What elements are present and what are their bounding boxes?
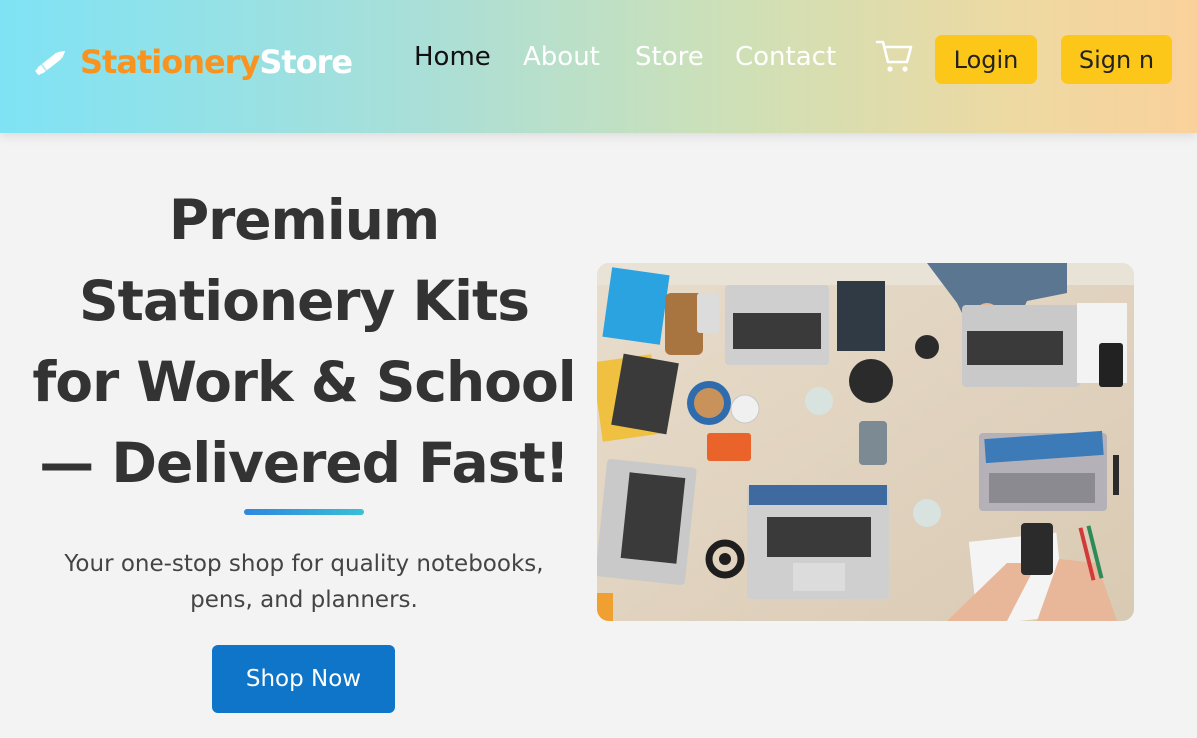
signup-button[interactable]: Sign n [1061,35,1172,84]
nav-contact[interactable]: Contact [735,42,836,72]
nav-store[interactable]: Store [635,42,704,72]
cart-icon[interactable] [875,38,913,74]
title-divider [244,509,364,515]
navbar: StationeryStore Home About Store Contact… [0,0,1197,133]
brand-name-part2: Store [259,43,353,81]
pen-icon [35,50,66,76]
brand-name-part1: Stationery [80,43,260,81]
login-button[interactable]: Login [935,35,1037,84]
nav-home[interactable]: Home [414,42,491,72]
hero-image [597,263,1134,621]
hero-subtitle: Your one-stop shop for quality notebooks… [64,551,544,613]
nav-about[interactable]: About [523,42,600,72]
hero-title: Premium Stationery Kits for Work & Schoo… [32,188,576,495]
brand-logo[interactable]: StationeryStore [32,40,353,84]
shop-now-button[interactable]: Shop Now [212,645,395,713]
